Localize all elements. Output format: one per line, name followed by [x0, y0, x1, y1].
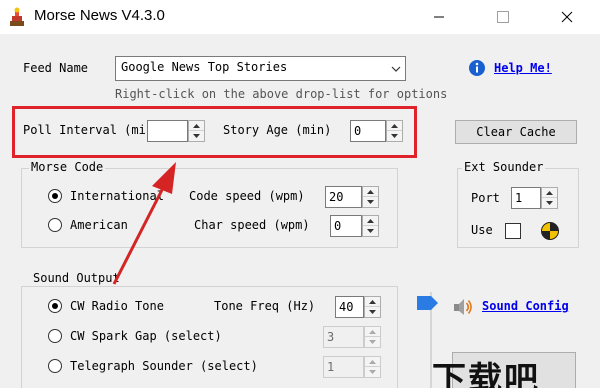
code-speed-label: Code speed (wpm): [189, 189, 305, 203]
spin-down-icon[interactable]: [363, 226, 378, 236]
port-label: Port: [471, 191, 500, 205]
spin-down-icon[interactable]: [542, 198, 557, 208]
annotation-arrow: [112, 162, 176, 285]
highlight-box: [12, 106, 417, 158]
client-area: Feed Name Google News Top Stories Help M…: [0, 34, 600, 388]
char-speed-label: Char speed (wpm): [194, 218, 310, 232]
spin-down-icon[interactable]: [363, 197, 378, 207]
tone-freq-spinner[interactable]: 40: [335, 296, 382, 318]
char-speed-field[interactable]: 0: [330, 215, 362, 237]
sounder-select-arrows: [364, 356, 381, 378]
tone-freq-arrows: [364, 296, 381, 318]
watermark-text: 下载吧: [432, 360, 540, 388]
radio-selected-dot: [52, 303, 58, 309]
sounder-select-spinner: 1: [323, 356, 382, 378]
spin-down-icon: [365, 367, 380, 377]
spin-up-icon[interactable]: [365, 297, 380, 307]
cw-spark-gap-label: CW Spark Gap (select): [70, 329, 222, 343]
maximize-button[interactable]: [480, 0, 526, 34]
title-bar: Morse News V4.3.0: [0, 0, 600, 34]
info-icon[interactable]: [468, 59, 486, 77]
sounder-select-field: 1: [323, 356, 364, 378]
spin-up-icon: [365, 357, 380, 367]
sounder-test-icon[interactable]: [540, 221, 560, 241]
window-title: Morse News V4.3.0: [34, 7, 165, 24]
radio-cw-radio-tone[interactable]: [48, 299, 62, 313]
spin-up-icon[interactable]: [363, 187, 378, 197]
spin-down-icon[interactable]: [365, 307, 380, 317]
tone-freq-label: Tone Freq (Hz): [214, 299, 316, 313]
volume-slider-thumb[interactable]: [417, 296, 439, 310]
speaker-icon: [454, 299, 472, 315]
char-speed-arrows: [362, 215, 379, 237]
spin-up-icon[interactable]: [363, 216, 378, 226]
close-button[interactable]: [544, 0, 590, 34]
spin-down-icon: [365, 337, 380, 347]
spark-gap-spinner: 3: [323, 326, 382, 348]
morse-code-title: Morse Code: [29, 160, 106, 174]
radio-international[interactable]: [48, 189, 62, 203]
code-speed-spinner[interactable]: 20: [325, 186, 380, 208]
feed-name-value: Google News Top Stories: [121, 60, 288, 74]
radio-selected-dot: [52, 193, 58, 199]
spin-up-icon: [365, 327, 380, 337]
chevron-down-icon: [387, 57, 405, 80]
port-spinner[interactable]: 1: [511, 187, 559, 209]
cw-radio-tone-label: CW Radio Tone: [70, 299, 164, 313]
telegraph-key-icon: [10, 7, 24, 26]
close-icon: [561, 11, 573, 23]
use-sounder-checkbox[interactable]: [505, 223, 521, 239]
sound-config-link[interactable]: Sound Config: [482, 299, 569, 313]
help-link[interactable]: Help Me!: [494, 61, 552, 75]
spark-gap-arrows: [364, 326, 381, 348]
port-arrows: [541, 187, 558, 209]
maximize-icon: [497, 11, 509, 23]
ext-sounder-title: Ext Sounder: [462, 160, 546, 174]
radio-telegraph-sounder[interactable]: [48, 359, 62, 373]
code-speed-field[interactable]: 20: [325, 186, 362, 208]
feed-name-dropdown[interactable]: Google News Top Stories: [115, 56, 406, 81]
feed-name-label: Feed Name: [23, 61, 89, 75]
spin-up-icon[interactable]: [542, 188, 557, 198]
radio-cw-spark-gap[interactable]: [48, 329, 62, 343]
telegraph-sounder-label: Telegraph Sounder (select): [70, 359, 258, 373]
clear-cache-button[interactable]: Clear Cache: [455, 120, 577, 144]
radio-american[interactable]: [48, 218, 62, 232]
code-speed-arrows: [362, 186, 379, 208]
spark-gap-field: 3: [323, 326, 364, 348]
port-field[interactable]: 1: [511, 187, 541, 209]
use-label: Use: [471, 223, 493, 237]
char-speed-spinner[interactable]: 0: [330, 215, 380, 237]
minimize-button[interactable]: [416, 0, 462, 34]
minimize-icon: [434, 16, 444, 18]
feed-hint-text: Right-click on the above drop-list for o…: [115, 87, 448, 101]
tone-freq-field[interactable]: 40: [335, 296, 364, 318]
app-window: Morse News V4.3.0 Feed Name Google News …: [0, 0, 600, 388]
